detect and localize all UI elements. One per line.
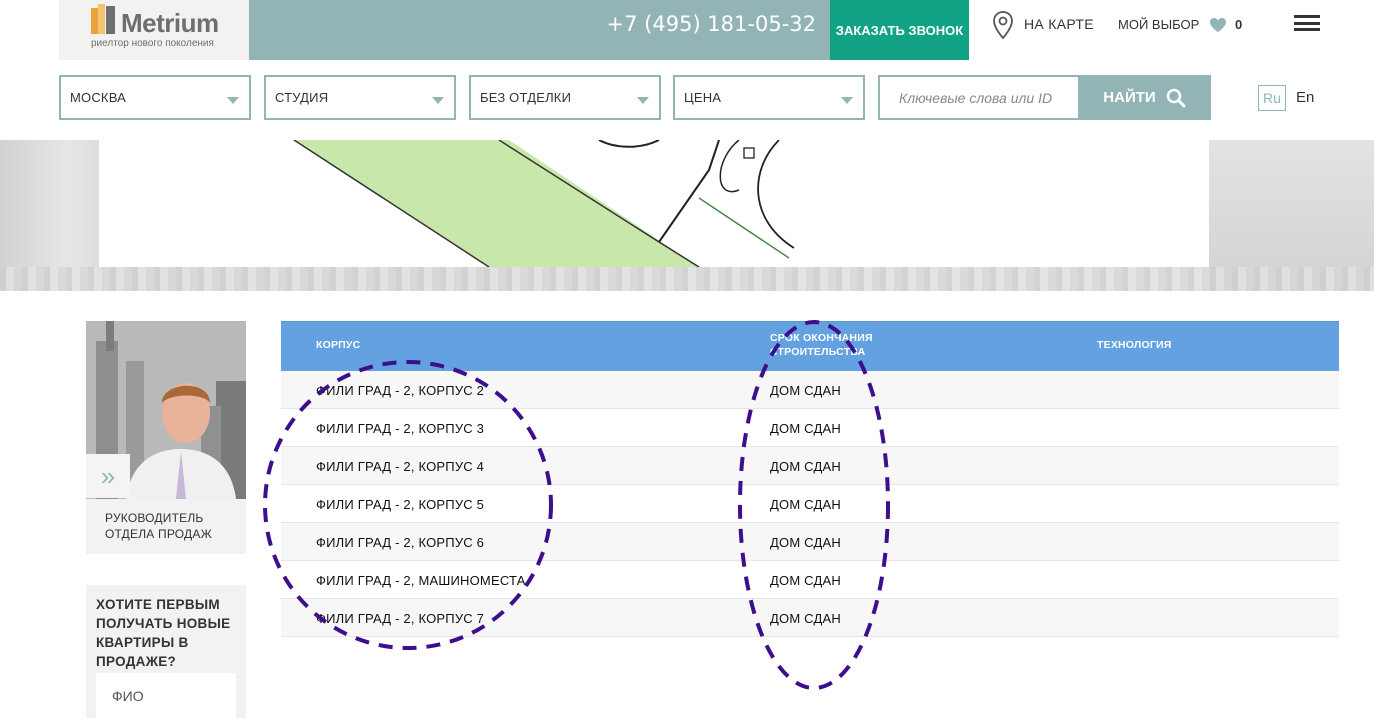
logo-tagline: риелтор нового поколения [91,38,214,49]
finish-select[interactable]: БЕЗ ОТДЕЛКИ [469,75,661,120]
logo-mark-icon [91,4,115,34]
table-body: ФИЛИ ГРАД - 2, КОРПУС 2 ДОМ СДАН ФИЛИ ГРАД… [281,371,1339,637]
map-pin-icon[interactable] [991,10,1015,40]
cell-building: ФИЛИ ГРАД - 2, КОРПУС 3 [316,421,485,436]
request-call-button[interactable]: ЗАКАЗАТЬ ЗВОНОК [830,0,969,60]
rooms-select-value: СТУДИЯ [275,90,329,105]
cell-building: ФИЛИ ГРАД - 2, МАШИНОМЕСТА [316,573,526,588]
search-button-label: НАЙТИ [1103,89,1156,106]
manager-role: РУКОВОДИТЕЛЬ ОТДЕЛА ПРОДАЖ [105,511,212,541]
cell-building: ФИЛИ ГРАД - 2, КОРПУС 4 [316,459,485,474]
choice-count: 0 [1235,17,1243,32]
cell-deadline: ДОМ СДАН [770,383,841,398]
table-row[interactable]: ФИЛИ ГРАД - 2, КОРПУС 6 ДОМ СДАН [281,523,1339,561]
city-select[interactable]: МОСКВА [59,75,251,120]
logo[interactable]: Metrium риелтор нового поколения [59,0,249,60]
search-button[interactable]: НАЙТИ [1078,75,1211,120]
finish-select-value: БЕЗ ОТДЕЛКИ [480,90,572,105]
dropdown-caret-icon [432,97,444,104]
cell-building: ФИЛИ ГРАД - 2, КОРПУС 2 [316,383,485,398]
subscribe-form: ХОТИТЕ ПЕРВЫМ ПОЛУЧАТЬ НОВЫЕ КВАРТИРЫ В … [86,585,246,718]
floor-plan-drawing [293,140,795,267]
cell-deadline: ДОМ СДАН [770,535,841,550]
header-right-nav: НА КАРТЕ МОЙ ВЫБОР 0 [969,0,1339,60]
dropdown-caret-icon [637,97,649,104]
dropdown-caret-icon [841,97,853,104]
fio-input[interactable] [96,673,236,718]
table-row[interactable]: ФИЛИ ГРАД - 2, КОРПУС 2 ДОМ СДАН [281,371,1339,409]
phone-bar: +7 (495) 181-05-32 [249,0,830,60]
table-row[interactable]: ФИЛИ ГРАД - 2, КОРПУС 4 ДОМ СДАН [281,447,1339,485]
table-row[interactable]: ФИЛИ ГРАД - 2, МАШИНОМЕСТА ДОМ СДАН [281,561,1339,599]
rooms-select[interactable]: СТУДИЯ [264,75,456,120]
map-link[interactable]: НА КАРТЕ [1024,16,1094,32]
site-header: Metrium риелтор нового поколения +7 (495… [59,0,1339,60]
cell-deadline: ДОМ СДАН [770,459,841,474]
column-header-deadline: СРОК ОКОНЧАНИЯ СТРОИТЕЛЬСТВА [770,332,873,358]
keyword-search-input[interactable] [878,75,1080,120]
table-header: КОРПУС СРОК ОКОНЧАНИЯ СТРОИТЕЛЬСТВА ТЕХН… [281,321,1339,371]
city-select-value: МОСКВА [70,90,127,105]
my-choice-link[interactable]: МОЙ ВЫБОР [1118,17,1199,32]
floor-plan-image [99,140,1209,267]
cell-deadline: ДОМ СДАН [770,421,841,436]
lang-ru-button[interactable]: Ru [1258,85,1286,111]
column-header-building: КОРПУС [316,339,361,351]
logo-name: Metrium [121,8,219,38]
cell-deadline: ДОМ СДАН [770,611,841,626]
sales-manager-card: » РУКОВОДИТЕЛЬ ОТДЕЛА ПРОДАЖ [86,321,246,554]
cell-deadline: ДОМ СДАН [770,573,841,588]
search-icon [1166,88,1186,107]
cell-deadline: ДОМ СДАН [770,497,841,512]
hero-photo-strip [0,267,1374,291]
table-row[interactable]: ФИЛИ ГРАД - 2, КОРПУС 5 ДОМ СДАН [281,485,1339,523]
buildings-table: КОРПУС СРОК ОКОНЧАНИЯ СТРОИТЕЛЬСТВА ТЕХН… [281,321,1339,637]
cell-building: ФИЛИ ГРАД - 2, КОРПУС 5 [316,497,485,512]
subscribe-title: ХОТИТЕ ПЕРВЫМ ПОЛУЧАТЬ НОВЫЕ КВАРТИРЫ В … [96,597,231,669]
phone-number[interactable]: +7 (495) 181-05-32 [607,12,816,36]
hamburger-menu-icon[interactable] [1294,15,1320,31]
cell-building: ФИЛИ ГРАД - 2, КОРПУС 6 [316,535,485,550]
price-select-value: ЦЕНА [684,90,722,105]
cell-building: ФИЛИ ГРАД - 2, КОРПУС 7 [316,611,485,626]
table-row[interactable]: ФИЛИ ГРАД - 2, КОРПУС 7 ДОМ СДАН [281,599,1339,637]
column-header-technology: ТЕХНОЛОГИЯ [1097,339,1172,351]
lang-en-button[interactable]: En [1296,89,1314,106]
double-chevron-right-icon[interactable]: » [86,454,130,498]
dropdown-caret-icon [227,97,239,104]
heart-icon[interactable] [1209,17,1227,33]
table-row[interactable]: ФИЛИ ГРАД - 2, КОРПУС 3 ДОМ СДАН [281,409,1339,447]
price-select[interactable]: ЦЕНА [673,75,865,120]
